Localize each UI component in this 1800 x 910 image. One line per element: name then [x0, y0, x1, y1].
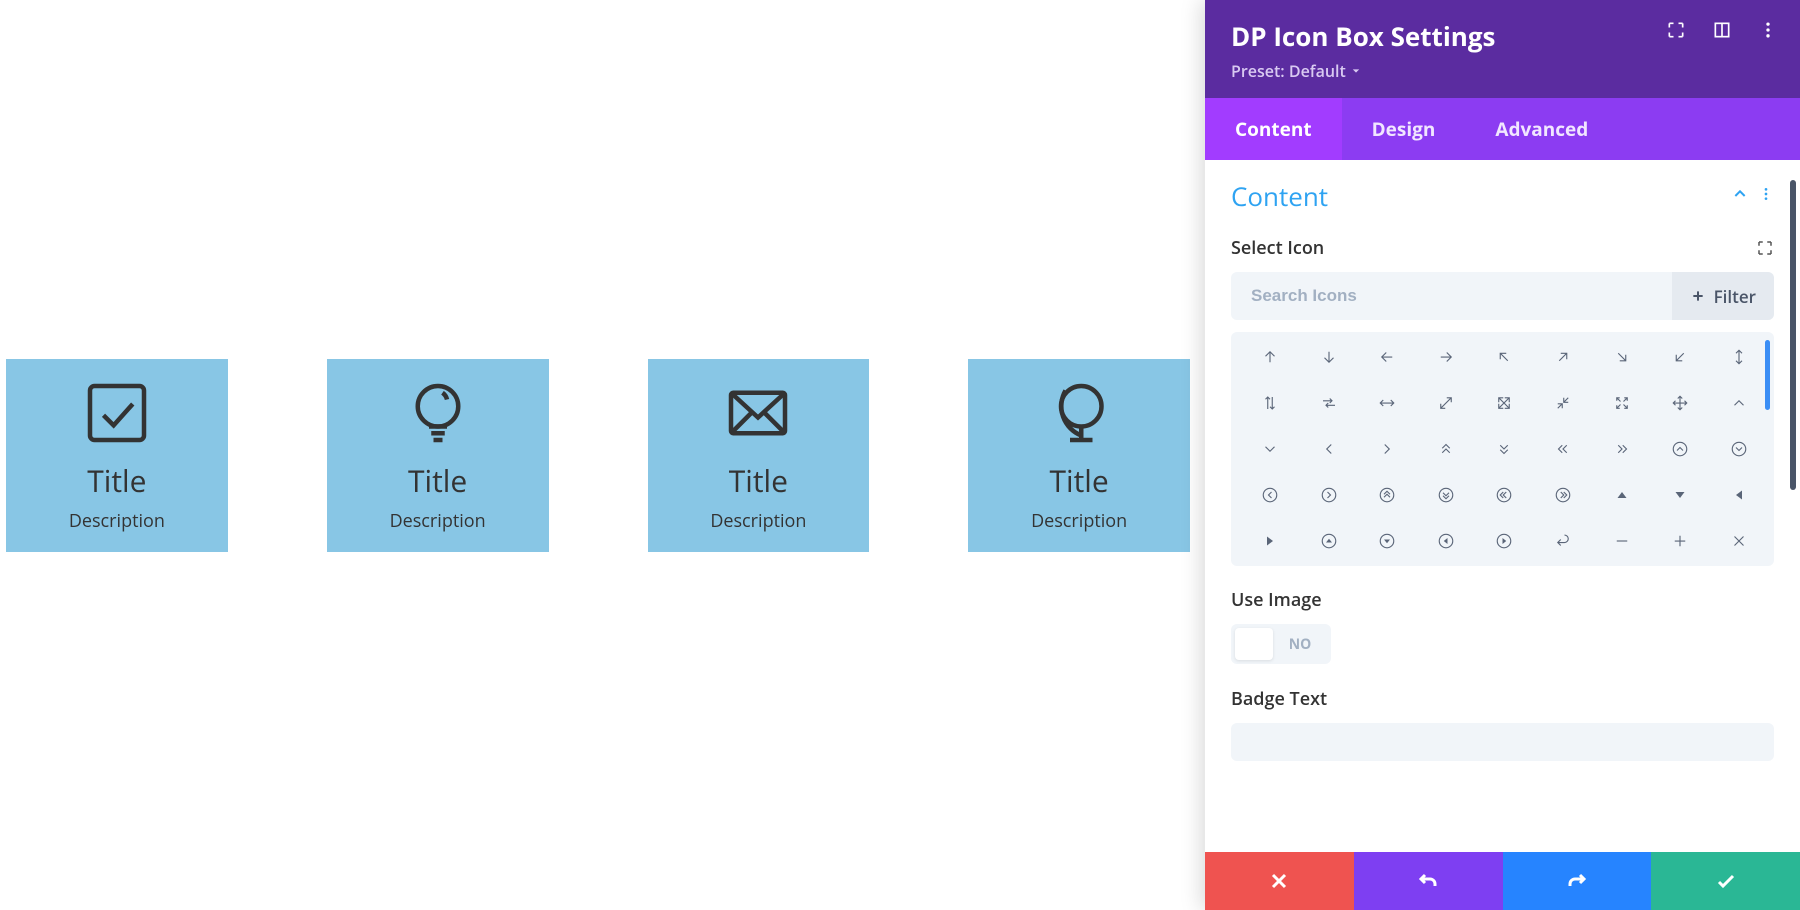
- icon-chevrons-up[interactable]: [1421, 438, 1472, 460]
- globe-stand-icon: [1043, 377, 1115, 454]
- use-image-label: Use Image: [1231, 588, 1322, 612]
- tab-content[interactable]: Content: [1205, 98, 1342, 160]
- panel-scrollbar[interactable]: [1790, 180, 1796, 490]
- redo-button[interactable]: [1503, 852, 1652, 910]
- snap-icon[interactable]: [1712, 20, 1732, 40]
- card-title: Title: [408, 460, 467, 501]
- chevron-down-icon: [1352, 67, 1360, 75]
- save-button[interactable]: [1651, 852, 1800, 910]
- tab-advanced[interactable]: Advanced: [1465, 98, 1618, 160]
- undo-button[interactable]: [1354, 852, 1503, 910]
- icon-circle-chevron-up[interactable]: [1655, 438, 1706, 460]
- filter-button[interactable]: Filter: [1672, 272, 1774, 320]
- icon-box-card: Title Description: [6, 359, 228, 552]
- icon-expand-diag[interactable]: [1421, 392, 1472, 414]
- icon-circle-triangle-right[interactable]: [1479, 530, 1530, 552]
- card-title: Title: [1050, 460, 1109, 501]
- icon-arrow-up-right[interactable]: [1538, 346, 1589, 368]
- icon-triangle-down[interactable]: [1655, 484, 1706, 506]
- icon-box-card: Title Description: [968, 359, 1190, 552]
- expand-icon[interactable]: [1666, 20, 1686, 40]
- icon-arrow-up-left[interactable]: [1479, 346, 1530, 368]
- card-description: Description: [69, 509, 165, 533]
- collapse-section-icon[interactable]: [1732, 185, 1748, 207]
- responsive-icon[interactable]: [1756, 239, 1774, 257]
- search-icons-input[interactable]: [1231, 272, 1672, 320]
- icon-circle-chevrons-down[interactable]: [1421, 484, 1472, 506]
- icon-chevrons-left[interactable]: [1538, 438, 1589, 460]
- icon-close[interactable]: [1713, 530, 1764, 552]
- card-description: Description: [1031, 509, 1127, 533]
- icon-compress-diag[interactable]: [1538, 392, 1589, 414]
- card-title: Title: [87, 460, 146, 501]
- toggle-value: NO: [1273, 635, 1327, 654]
- icon-arrow-left[interactable]: [1362, 346, 1413, 368]
- icon-triangle-left[interactable]: [1713, 484, 1764, 506]
- icon-box-card: Title Description: [327, 359, 549, 552]
- icon-arrows-vertical-alt[interactable]: [1245, 392, 1296, 414]
- card-description: Description: [390, 509, 486, 533]
- panel-body: Content Select Icon Filter: [1205, 160, 1800, 852]
- tab-design[interactable]: Design: [1342, 98, 1466, 160]
- settings-panel: DP Icon Box Settings Preset: Default Con…: [1205, 0, 1800, 910]
- icon-circle-chevron-left[interactable]: [1245, 484, 1296, 506]
- icon-expand-out[interactable]: [1596, 392, 1647, 414]
- icon-undo[interactable]: [1538, 530, 1589, 552]
- panel-tabs: Content Design Advanced: [1205, 98, 1800, 160]
- preset-label: Preset: Default: [1231, 60, 1346, 82]
- preset-selector[interactable]: Preset: Default: [1231, 60, 1774, 82]
- card-title: Title: [729, 460, 788, 501]
- icon-plus[interactable]: [1655, 530, 1706, 552]
- icon-circle-chevron-right[interactable]: [1304, 484, 1355, 506]
- check-box-icon: [81, 377, 153, 454]
- use-image-toggle[interactable]: NO: [1231, 624, 1331, 664]
- icon-triangle-up[interactable]: [1596, 484, 1647, 506]
- icon-chevron-right[interactable]: [1362, 438, 1413, 460]
- icon-expand-full[interactable]: [1479, 392, 1530, 414]
- envelope-icon: [722, 377, 794, 454]
- filter-label: Filter: [1714, 285, 1756, 308]
- icon-circle-chevron-down[interactable]: [1713, 438, 1764, 460]
- icon-triangle-right[interactable]: [1245, 530, 1296, 552]
- preview-canvas: Title Description Title Description Titl…: [0, 0, 1190, 910]
- icon-circle-triangle-left[interactable]: [1421, 530, 1472, 552]
- icon-arrow-down-left[interactable]: [1655, 346, 1706, 368]
- icon-minus[interactable]: [1596, 530, 1647, 552]
- icon-circle-triangle-down[interactable]: [1362, 530, 1413, 552]
- icon-box-card: Title Description: [648, 359, 870, 552]
- card-description: Description: [710, 509, 806, 533]
- panel-header: DP Icon Box Settings Preset: Default: [1205, 0, 1800, 98]
- cancel-button[interactable]: [1205, 852, 1354, 910]
- icon-chevron-up[interactable]: [1713, 392, 1764, 414]
- icon-arrow-up[interactable]: [1245, 346, 1296, 368]
- icon-picker-grid: [1231, 332, 1774, 566]
- icon-chevron-down[interactable]: [1245, 438, 1296, 460]
- icon-chevron-left[interactable]: [1304, 438, 1355, 460]
- icon-arrow-down-right[interactable]: [1596, 346, 1647, 368]
- icon-arrows-vertical[interactable]: [1713, 346, 1764, 368]
- icon-circle-triangle-up[interactable]: [1304, 530, 1355, 552]
- icon-grid-scrollbar[interactable]: [1765, 340, 1770, 410]
- icon-search-row: Filter: [1231, 272, 1774, 320]
- kebab-menu-icon[interactable]: [1758, 20, 1778, 40]
- select-icon-label: Select Icon: [1231, 236, 1324, 260]
- icon-circle-chevrons-up[interactable]: [1362, 484, 1413, 506]
- icon-circle-chevrons-left[interactable]: [1479, 484, 1530, 506]
- section-kebab-icon[interactable]: [1758, 185, 1774, 207]
- icon-arrows-horiz[interactable]: [1362, 392, 1413, 414]
- lightbulb-icon: [402, 377, 474, 454]
- icon-arrow-down[interactable]: [1304, 346, 1355, 368]
- icon-arrow-right[interactable]: [1421, 346, 1472, 368]
- icon-chevrons-right[interactable]: [1596, 438, 1647, 460]
- icon-move[interactable]: [1655, 392, 1706, 414]
- panel-footer: [1205, 852, 1800, 910]
- icon-circle-chevrons-right[interactable]: [1538, 484, 1589, 506]
- toggle-knob: [1235, 628, 1273, 660]
- badge-text-label: Badge Text: [1231, 687, 1327, 711]
- section-title[interactable]: Content: [1231, 178, 1328, 214]
- badge-text-input[interactable]: [1231, 723, 1774, 761]
- icon-chevrons-down[interactable]: [1479, 438, 1530, 460]
- icon-swap-horiz[interactable]: [1304, 392, 1355, 414]
